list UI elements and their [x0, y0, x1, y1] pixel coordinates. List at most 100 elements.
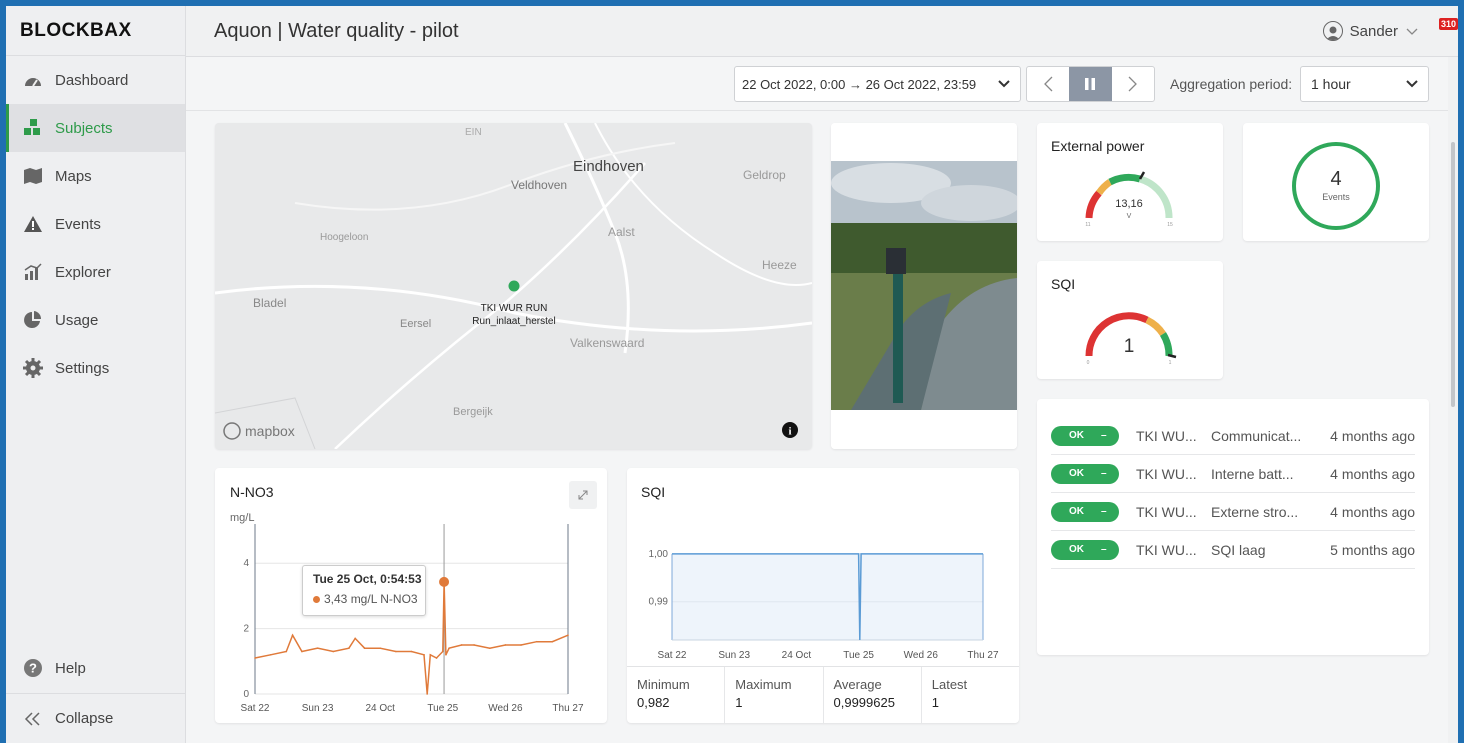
- event-time: 4 months ago: [1330, 465, 1415, 482]
- stat-value: 1: [735, 695, 743, 710]
- event-type: Communicat...: [1211, 427, 1302, 444]
- map-place-label: Bergeijk: [453, 406, 493, 418]
- sqi-chart-widget: SQI 0,99 1,00 Sat 22 Sun 23 24 Oct Tue 25 Wed …: [627, 468, 1019, 723]
- sidebar-item-usage[interactable]: Usage: [6, 296, 185, 344]
- sidebar-item-label: Usage: [55, 311, 99, 329]
- event-type: SQI laag: [1211, 541, 1266, 558]
- status-label: OK: [1069, 468, 1084, 479]
- map-widget[interactable]: EIN Eindhoven Veldhoven Geldrop Hoogeloon Aal…: [215, 123, 812, 449]
- sidebar-item-label: Dashboard: [55, 71, 129, 89]
- x-tick-label: Sat 22: [241, 703, 270, 714]
- events-widget[interactable]: 4 Events: [1243, 123, 1429, 241]
- nno3-point: [285, 650, 288, 653]
- status-dash: –: [1101, 506, 1107, 517]
- sidebar-item-dashboard[interactable]: Dashboard: [6, 56, 185, 104]
- marker-label-2: Run_inlaat_herstel: [472, 316, 555, 327]
- page-scrollbar[interactable]: [1448, 57, 1458, 743]
- nno3-point: [473, 644, 475, 646]
- map-place-label: Valkenswaard: [570, 336, 644, 350]
- location-marker: [508, 280, 520, 292]
- pause-button[interactable]: [1069, 67, 1112, 101]
- nno3-point: [426, 693, 428, 695]
- event-subject: TKI WU...: [1136, 465, 1197, 482]
- page-title: Aquon | Water quality - pilot: [214, 19, 459, 42]
- nno3-point: [269, 653, 272, 656]
- external-power-value: 13,16: [1115, 198, 1143, 210]
- event-subject: TKI WU...: [1136, 427, 1197, 444]
- sidebar: BLOCKBAX Dashboard Subjects Maps Events Expl…: [6, 6, 186, 743]
- map-place-label: EIN: [465, 127, 482, 138]
- sidebar-item-events[interactable]: Events: [6, 200, 185, 248]
- status-badge: OK –: [1051, 501, 1119, 522]
- stat-latest: Latest 1: [922, 667, 1019, 723]
- status-badge: OK –: [1051, 539, 1119, 560]
- warning-icon: [22, 213, 44, 235]
- event-type: Interne batt...: [1211, 465, 1294, 482]
- nno3-point: [445, 653, 447, 656]
- map-place-label: Aalst: [608, 225, 635, 239]
- stat-average: Average 0,9999625: [824, 667, 922, 723]
- sqi-area: [672, 553, 983, 640]
- sidebar-item-subjects[interactable]: Subjects: [6, 104, 185, 152]
- event-list-widget: OK – TKI WU... Communicat... 4 months ago OK –…: [1037, 399, 1429, 655]
- toolbar: 22 Oct 2022, 0:00 → 26 Oct 2022, 23:59 A…: [186, 57, 1458, 111]
- sqi-chart[interactable]: 0,99 1,00 Sat 22 Sun 23 24 Oct Tue 25 Wed 26 Th…: [627, 468, 1019, 668]
- photo-widget: [831, 123, 1017, 449]
- x-tick-label: 24 Oct: [782, 650, 812, 661]
- period-pager: [1026, 66, 1155, 102]
- stat-label: Latest: [931, 677, 968, 692]
- nno3-point: [504, 644, 507, 646]
- notifications-button[interactable]: 310: [1436, 18, 1458, 42]
- x-tick-label: Tue 25: [843, 650, 874, 661]
- sidebar-item-label: Explorer: [55, 263, 111, 281]
- nav-list: Dashboard Subjects Maps Events Explorer Usage…: [6, 56, 185, 392]
- map-canvas[interactable]: EIN Eindhoven Veldhoven Geldrop Hoogeloon Aal…: [215, 123, 812, 449]
- pause-icon: [1085, 78, 1096, 90]
- nno3-point: [332, 650, 335, 653]
- stat-label: Maximum: [735, 677, 792, 692]
- external-power-gauge: 13,16 V 11 15: [1085, 171, 1173, 228]
- stat-value: 0,9999625: [833, 695, 895, 710]
- event-row[interactable]: OK – TKI WU... SQI laag 5 months ago: [1051, 531, 1415, 569]
- tooltip-value: 3,43 mg/L N-NO3: [324, 592, 418, 606]
- event-row[interactable]: OK – TKI WU... Communicat... 4 months ago: [1051, 417, 1415, 455]
- sidebar-item-maps[interactable]: Maps: [6, 152, 185, 200]
- nno3-chart-widget: N-NO3 mg/L 0 2 4 Sat 22 Sun 23 24 Oct Tue 25 Wed…: [215, 468, 607, 723]
- event-subject: TKI WU...: [1136, 503, 1197, 520]
- cubes-icon: [22, 117, 44, 139]
- scrollbar-thumb[interactable]: [1451, 142, 1455, 407]
- gauge-icon: [22, 69, 44, 91]
- status-dash: –: [1101, 544, 1107, 555]
- collapse-button[interactable]: Collapse: [6, 693, 185, 743]
- status-label: OK: [1069, 430, 1084, 441]
- nno3-point: [291, 634, 294, 636]
- aggregation-value: 1 hour: [1311, 76, 1351, 92]
- chevron-down-icon: [1405, 77, 1419, 94]
- user-menu[interactable]: Sander: [1322, 21, 1418, 41]
- sidebar-item-label: Subjects: [55, 119, 113, 137]
- map-place-label: Bladel: [253, 296, 286, 310]
- status-badge: OK –: [1051, 463, 1119, 484]
- x-tick-label: Tue 25: [427, 703, 458, 714]
- event-time: 4 months ago: [1330, 503, 1415, 520]
- help-link[interactable]: ? Help: [6, 643, 185, 693]
- sidebar-item-settings[interactable]: Settings: [6, 344, 185, 392]
- date-range-picker[interactable]: 22 Oct 2022, 0:00 → 26 Oct 2022, 23:59: [734, 66, 1021, 102]
- tooltip-title: Tue 25 Oct, 0:54:53: [313, 572, 422, 586]
- x-tick-label: Sat 22: [658, 650, 687, 661]
- logo: BLOCKBAX: [6, 6, 185, 56]
- map-place-label: Geldrop: [743, 168, 786, 182]
- event-row[interactable]: OK – TKI WU... Interne batt... 4 months ago: [1051, 455, 1415, 493]
- x-tick-label: Wed 26: [904, 650, 939, 661]
- event-row[interactable]: OK – TKI WU... Externe stro... 4 months ago: [1051, 493, 1415, 531]
- date-range-value: 22 Oct 2022, 0:00 → 26 Oct 2022, 23:59: [742, 76, 977, 92]
- sidebar-item-explorer[interactable]: Explorer: [6, 248, 185, 296]
- event-type: Externe stro...: [1211, 503, 1299, 520]
- user-name: Sander: [1349, 22, 1398, 40]
- aggregation-select[interactable]: 1 hour: [1300, 66, 1429, 102]
- status-label: OK: [1069, 544, 1084, 555]
- previous-period-button[interactable]: [1027, 67, 1069, 101]
- gear-icon: [22, 357, 44, 379]
- next-period-button[interactable]: [1112, 67, 1154, 101]
- tooltip-dot: [313, 596, 320, 603]
